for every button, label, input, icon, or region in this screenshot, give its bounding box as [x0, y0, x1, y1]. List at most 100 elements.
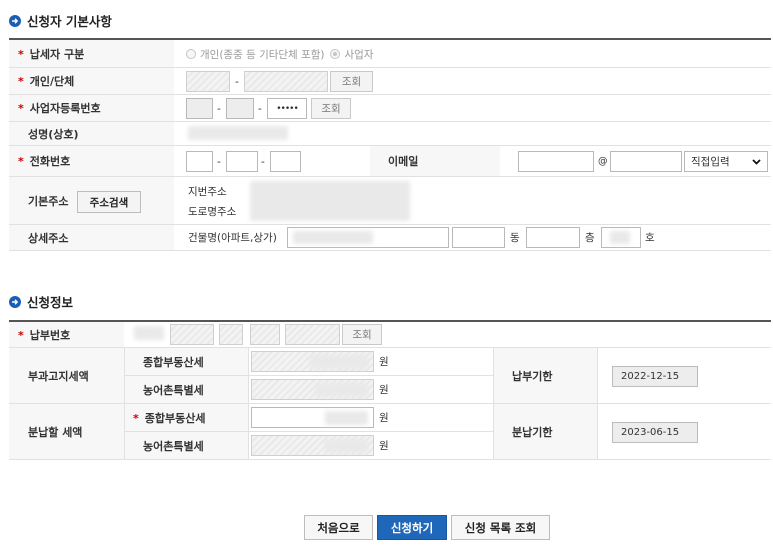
col-divider: [493, 348, 494, 459]
email-label: 이메일: [388, 153, 418, 169]
required-mark: *: [18, 101, 24, 115]
phone-input-1[interactable]: [186, 151, 213, 172]
name-value-redacted: [188, 126, 288, 140]
email-domain-input[interactable]: [610, 151, 682, 172]
payment-no-label: * 납부번호: [18, 327, 70, 343]
notified-comprehensive-label: 종합부동산세: [143, 356, 204, 369]
apply-button[interactable]: 신청하기: [377, 515, 447, 540]
required-mark: *: [18, 154, 24, 168]
detail-address-label: 상세주소: [28, 230, 68, 246]
address-value-redacted: [250, 181, 410, 221]
label-text: 상세주소: [28, 232, 69, 245]
biz-no-label: * 사업자등록번호: [18, 100, 101, 116]
label-text: 이메일: [388, 155, 419, 168]
row-divider: [9, 94, 771, 95]
biz-no-input-2[interactable]: [226, 98, 254, 119]
required-mark: *: [18, 47, 24, 61]
dong-input[interactable]: [452, 227, 505, 248]
row-divider: [9, 67, 771, 68]
floor-input[interactable]: [526, 227, 580, 248]
jibun-address-label: 지번주소: [188, 185, 227, 198]
row-divider: [124, 431, 493, 432]
amount-redacted: [315, 383, 368, 397]
due-label-column-bg: [493, 348, 597, 460]
label-text: 전화번호: [29, 155, 71, 168]
radio-individual[interactable]: [186, 49, 196, 59]
row-divider: [9, 250, 771, 251]
group-input-2[interactable]: [244, 71, 328, 92]
amount-redacted: [325, 439, 368, 453]
label-text: 기본주소: [28, 195, 69, 208]
installment-comprehensive-label: * 종합부동산세: [133, 410, 206, 426]
first-page-button[interactable]: 처음으로: [304, 515, 373, 540]
row-divider: [9, 224, 771, 225]
notified-tax-label: 부과고지세액: [28, 368, 89, 384]
phone-label: * 전화번호: [18, 153, 70, 169]
installment-rural-label: 농어촌특별세: [143, 440, 204, 453]
taxpayer-type-label: * 납세자 구분: [18, 46, 84, 62]
road-address-label: 도로명주소: [188, 205, 237, 218]
required-mark: *: [133, 411, 139, 425]
email-local-input[interactable]: [518, 151, 594, 172]
payment-no-input-3[interactable]: [250, 324, 280, 345]
payment-no-input-1[interactable]: [170, 324, 214, 345]
radio-business-label: 사업자: [344, 48, 374, 61]
row-divider: [9, 145, 771, 146]
section-title-application: 신청정보: [9, 292, 73, 311]
address-label: 기본주소: [28, 193, 68, 209]
currency-unit: 원: [379, 412, 389, 424]
required-mark: *: [18, 74, 24, 88]
ho-value-redacted: [610, 231, 630, 244]
row-divider: [9, 121, 771, 122]
amount-redacted: [310, 355, 368, 369]
currency-unit: 원: [379, 440, 389, 452]
col-divider: [597, 348, 598, 459]
address-search-button[interactable]: 주소검색: [77, 191, 141, 213]
dash: -: [217, 102, 221, 115]
select-value: 직접입력: [691, 156, 730, 168]
biz-no-input-3[interactable]: •••••: [267, 98, 307, 119]
label-text: 분납할 세액: [28, 426, 83, 439]
payment-no-input-2[interactable]: [219, 324, 243, 345]
payment-no-input-4[interactable]: [285, 324, 340, 345]
installment-label: 분납할 세액: [28, 424, 82, 440]
label-text: 부과고지세액: [28, 370, 89, 383]
col-divider: [124, 348, 125, 459]
payment-no-search-button[interactable]: 조회: [342, 324, 382, 345]
row-divider: [9, 459, 771, 460]
taxpayer-type-options: 개인(종중 등 기타단체 포함) 사업자: [186, 46, 373, 62]
due-date-field: 2022-12-15: [612, 366, 698, 387]
installment-due-label: 분납기한: [512, 426, 553, 439]
section-title-applicant: 신청자 기본사항: [9, 11, 112, 30]
application-list-button[interactable]: 신청 목록 조회: [451, 515, 550, 540]
chevron-down-icon: [752, 156, 761, 168]
notified-rural-label: 농어촌특별세: [143, 384, 204, 397]
building-value-redacted: [293, 231, 373, 244]
row-divider: [124, 375, 493, 376]
dash: -: [217, 155, 221, 168]
name-label: 성명(상호): [28, 126, 79, 142]
email-domain-select[interactable]: 직접입력: [684, 151, 768, 172]
currency-unit: 원: [379, 384, 389, 396]
group-search-button[interactable]: 조회: [330, 71, 373, 92]
floor-unit: 층: [585, 232, 595, 244]
biz-no-input-1[interactable]: [186, 98, 213, 119]
section-title-text: 신청자 기본사항: [27, 14, 112, 29]
dash: -: [261, 155, 265, 168]
arrow-right-circle-icon: [9, 14, 21, 27]
radio-business[interactable]: [330, 49, 341, 59]
label-text: 납부번호: [29, 329, 71, 342]
dong-unit: 동: [510, 232, 520, 244]
amount-redacted: [325, 411, 368, 425]
row-divider: [9, 176, 771, 177]
due-date-label: 납부기한: [512, 370, 553, 383]
group-input-1[interactable]: [186, 71, 230, 92]
phone-input-2[interactable]: [226, 151, 258, 172]
at-sign: @: [598, 156, 608, 167]
biz-no-search-button[interactable]: 조회: [311, 98, 351, 119]
section-title-text: 신청정보: [27, 295, 74, 310]
required-mark: *: [18, 328, 24, 342]
arrow-right-circle-icon: [9, 295, 21, 308]
group-label: * 개인/단체: [18, 73, 74, 89]
phone-input-3[interactable]: [270, 151, 301, 172]
